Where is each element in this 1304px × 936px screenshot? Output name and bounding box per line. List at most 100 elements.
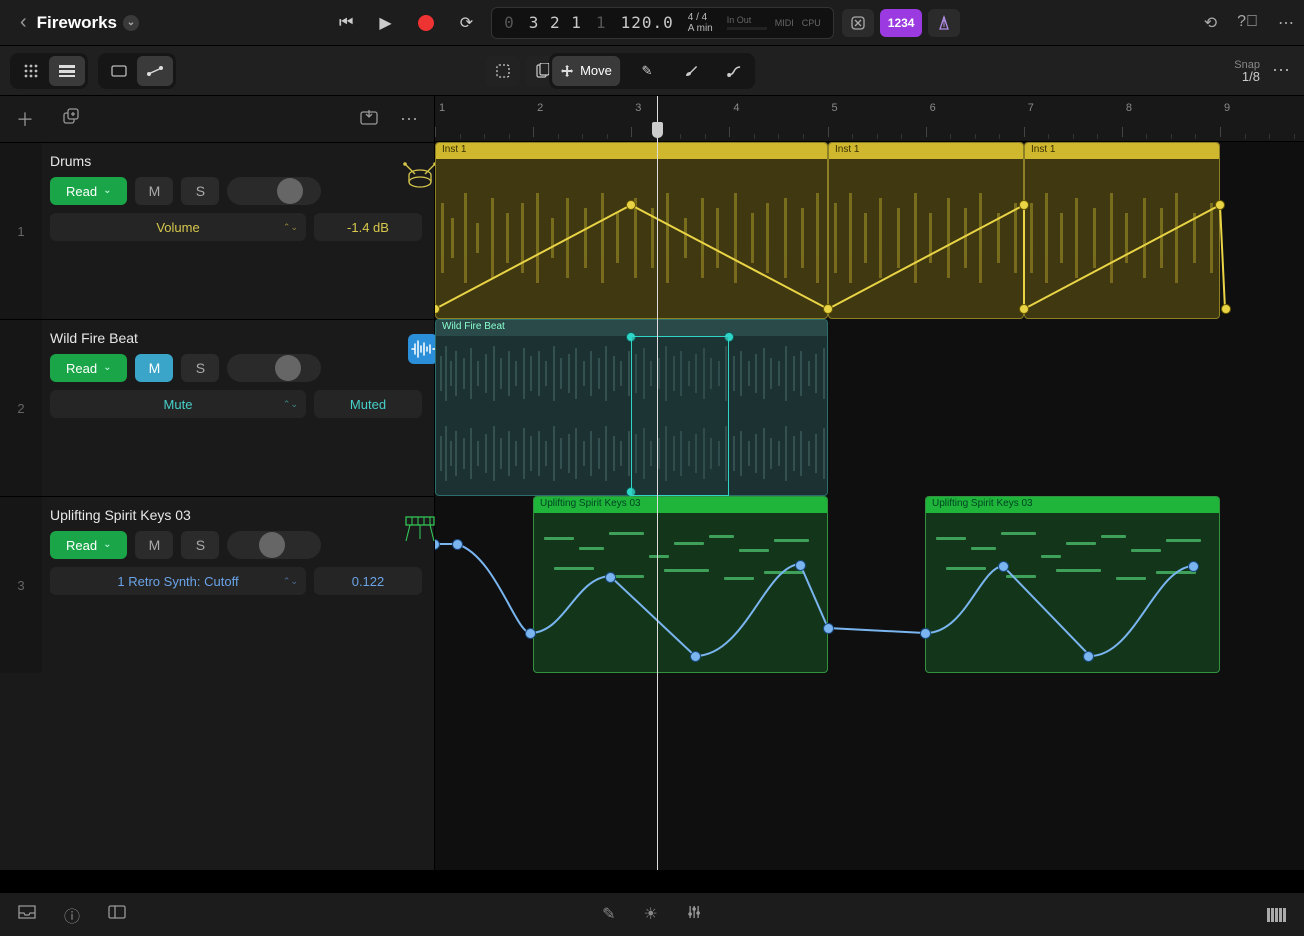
add-track-icon[interactable]: ＋ [16, 106, 34, 132]
duplicate-track-icon[interactable] [62, 108, 80, 131]
volume-slider[interactable] [227, 354, 321, 382]
track-row[interactable]: 1 Drums Read M S Volume⌃⌄ -1.4 dB [0, 142, 434, 319]
ruler-bar-number: 2 [537, 102, 543, 114]
snap-display[interactable]: Snap 1/8 [1234, 59, 1260, 83]
automation-mode-button[interactable]: Read [50, 531, 127, 559]
automation-param-select[interactable]: Mute⌃⌄ [50, 390, 306, 418]
automation-param-value: Muted [314, 390, 422, 418]
ruler-bar-number: 9 [1224, 102, 1230, 114]
mute-button[interactable]: M [135, 177, 173, 205]
automation-node[interactable] [626, 200, 636, 210]
play-button[interactable]: ▶ [379, 13, 391, 33]
keyboard-icon[interactable] [1267, 908, 1286, 922]
ruler[interactable]: 123456789 [435, 96, 1304, 142]
volume-slider[interactable] [227, 177, 321, 205]
region-segment [98, 53, 176, 89]
mixer-icon[interactable] [686, 904, 702, 925]
toolbar-pills: 1234 [842, 9, 961, 37]
automation-node[interactable] [1221, 304, 1231, 314]
subbar-more-icon[interactable]: ⋯ [1268, 60, 1294, 81]
automation-node[interactable] [823, 304, 833, 314]
automation-mode-button[interactable]: Read [50, 354, 127, 382]
edit-icon[interactable]: ✎ [602, 904, 615, 925]
main-area: ＋ ⋯ 1 Drums Read M S [0, 96, 1304, 870]
inbox-icon[interactable] [18, 905, 36, 924]
track-name[interactable]: Wild Fire Beat [50, 330, 422, 346]
automation-curve-keys[interactable] [435, 496, 1235, 673]
mute-button[interactable]: M [135, 531, 173, 559]
pencil-tool[interactable]: ✎ [630, 56, 664, 86]
solo-button[interactable]: S [181, 354, 219, 382]
playhead[interactable] [657, 96, 658, 870]
track-header-toolbar: ＋ ⋯ [0, 96, 434, 142]
automation-node[interactable] [795, 560, 806, 571]
automation-node[interactable] [1083, 651, 1094, 662]
transport-controls: ⏮ ▶ ⟳ [339, 13, 473, 33]
chevron-down-icon: ⌄ [123, 15, 139, 31]
region-view-button[interactable] [101, 56, 137, 86]
metronome-button[interactable] [928, 9, 960, 37]
automation-node[interactable] [1019, 304, 1029, 314]
brush-tool[interactable] [674, 56, 708, 86]
cycle-button[interactable]: ⟳ [460, 13, 473, 33]
top-bar: ‹ Fireworks ⌄ ⏮ ▶ ⟳ 0 3 2 1 1 120.0 4 / … [0, 0, 1304, 46]
go-to-start-button[interactable]: ⏮ [339, 14, 353, 32]
ruler-bar-number: 8 [1126, 102, 1132, 114]
help-icon[interactable]: ?⃝ [1237, 13, 1258, 33]
edit-tools: Move ✎ [549, 53, 755, 89]
undo-history-icon[interactable]: ⟲ [1204, 13, 1217, 33]
back-button[interactable]: ‹ [10, 11, 37, 34]
automation-curve-drums[interactable] [435, 142, 1235, 319]
grid-view-button[interactable] [13, 56, 49, 86]
automation-node[interactable] [605, 572, 616, 583]
marquee-tool[interactable] [486, 56, 520, 86]
ruler-bar-number: 1 [439, 102, 445, 114]
automation-param-value: -1.4 dB [314, 213, 422, 241]
count-in-button[interactable] [842, 9, 874, 37]
automation-view-button[interactable] [137, 56, 173, 86]
lcd-display[interactable]: 0 3 2 1 1 120.0 4 / 4 A min In Out MIDI … [491, 7, 834, 39]
volume-slider[interactable] [227, 531, 321, 559]
automation-node[interactable] [690, 651, 701, 662]
automation-param-select[interactable]: 1 Retro Synth: Cutoff⌃⌄ [50, 567, 306, 595]
import-icon[interactable] [360, 109, 378, 130]
track-more-icon[interactable]: ⋯ [400, 109, 418, 130]
panel-icon[interactable] [108, 905, 126, 924]
automation-node[interactable] [823, 623, 834, 634]
track-number: 1 [0, 143, 42, 319]
more-icon[interactable]: ⋯ [1278, 13, 1294, 33]
track-view-button[interactable] [49, 56, 85, 86]
automation-mode-button[interactable]: Read [50, 177, 127, 205]
track-name[interactable]: Uplifting Spirit Keys 03 [50, 507, 422, 523]
solo-button[interactable]: S [181, 177, 219, 205]
view-segment [10, 53, 88, 89]
project-title[interactable]: Fireworks ⌄ [37, 13, 139, 33]
move-tool[interactable]: Move [552, 56, 620, 86]
mute-button[interactable]: M [135, 354, 173, 382]
project-title-text: Fireworks [37, 13, 117, 33]
playhead-handle[interactable] [652, 122, 663, 138]
automation-node[interactable] [920, 628, 931, 639]
drums-icon [402, 157, 438, 193]
selection-box[interactable] [631, 336, 729, 496]
bottom-bar: ⓘ ✎ ☀ [0, 892, 1304, 936]
settings-icon[interactable]: ☀ [644, 904, 658, 925]
automation-node[interactable] [1215, 200, 1225, 210]
info-icon[interactable]: ⓘ [64, 903, 80, 927]
keys-icon [402, 511, 438, 547]
automation-node[interactable] [1188, 561, 1199, 572]
track-row[interactable]: 3 Uplifting Spirit Keys 03 Read M S 1 Re… [0, 496, 434, 673]
automation-node[interactable] [452, 539, 463, 550]
timeline[interactable]: 123456789 Inst 1 Inst 1 Inst 1 [435, 96, 1304, 870]
solo-button[interactable]: S [181, 531, 219, 559]
automation-node[interactable] [1019, 200, 1029, 210]
track-row[interactable]: 2 Wild Fire Beat Read M S Mute⌃⌄ Muted [0, 319, 434, 496]
lcd-position-dim: 0 [504, 13, 515, 32]
curve-tool[interactable] [718, 56, 752, 86]
tuner-button[interactable]: 1234 [880, 9, 923, 37]
track-name[interactable]: Drums [50, 153, 422, 169]
automation-param-select[interactable]: Volume⌃⌄ [50, 213, 306, 241]
automation-node[interactable] [525, 628, 536, 639]
automation-node[interactable] [998, 561, 1009, 572]
record-button[interactable] [418, 15, 434, 31]
